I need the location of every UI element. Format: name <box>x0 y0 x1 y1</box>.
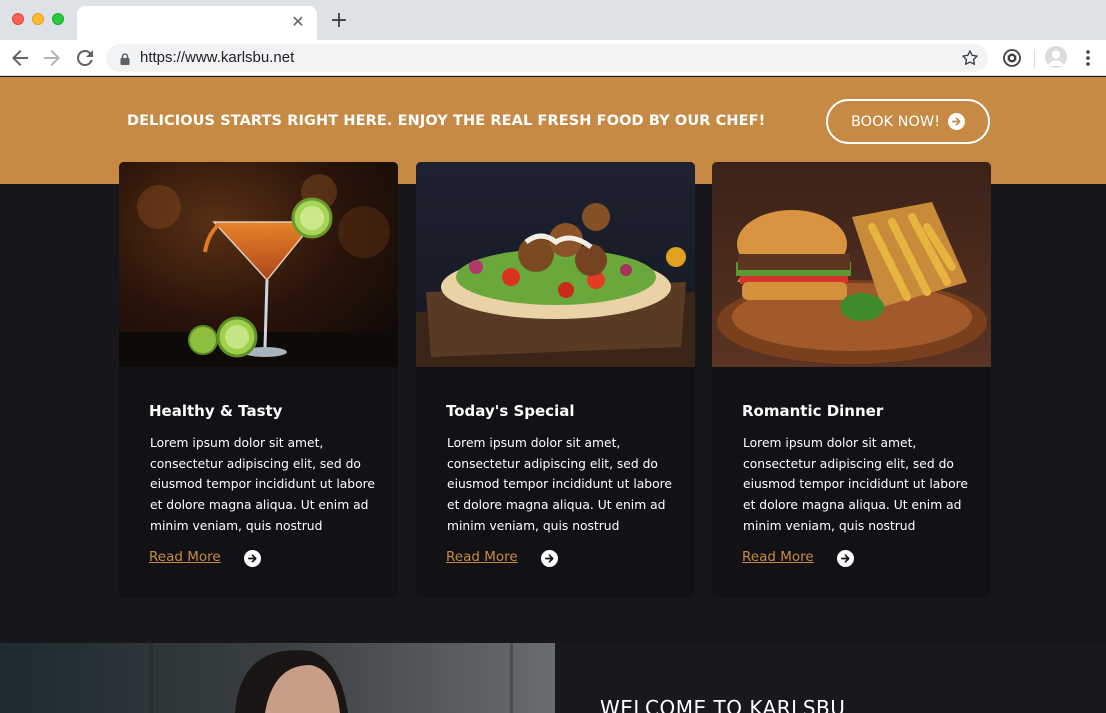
page-content: DELICIOUS STARTS RIGHT HERE. ENJOY THE R… <box>0 77 1106 713</box>
browser-tab[interactable]: ✕ <box>77 6 317 40</box>
profile-icon[interactable] <box>1045 46 1067 68</box>
card-title: Romantic Dinner <box>742 402 884 420</box>
arrow-right-circle-icon[interactable] <box>837 550 854 567</box>
card-healthy-tasty: Healthy & Tasty Lorem ipsum dolor sit am… <box>119 162 398 598</box>
card-description: Lorem ipsum dolor sit amet, consectetur … <box>743 436 968 533</box>
toolbar-divider <box>1034 50 1035 68</box>
book-now-label: BOOK NOW! <box>850 113 941 130</box>
chef-photo <box>0 643 555 713</box>
welcome-title: WELCOME TO KARLSBU <box>600 696 846 713</box>
reload-icon[interactable] <box>73 46 97 70</box>
browser-tab-strip: ✕ + <box>0 0 1106 40</box>
close-window-button[interactable] <box>12 13 24 25</box>
browser-toolbar: https://www.karlsbu.net <box>0 40 1106 76</box>
book-now-button[interactable]: BOOK NOW! <box>826 99 990 144</box>
lock-icon <box>118 51 132 65</box>
url-text[interactable]: https://www.karlsbu.net <box>140 49 294 66</box>
card-title: Today's Special <box>446 402 575 420</box>
arrow-right-icon[interactable] <box>40 46 64 70</box>
card-todays-special: Today's Special Lorem ipsum dolor sit am… <box>416 162 695 598</box>
arrow-right-circle-icon[interactable] <box>541 550 558 567</box>
read-more-link[interactable]: Read More <box>446 549 518 565</box>
welcome-section: WELCOME TO KARLSBU <box>0 643 1106 713</box>
plus-icon[interactable]: + <box>329 10 349 32</box>
card-romantic-dinner: Romantic Dinner Lorem ipsum dolor sit am… <box>712 162 991 598</box>
arrow-left-icon[interactable] <box>8 46 32 70</box>
arrow-right-circle-icon[interactable] <box>244 550 261 567</box>
arrow-right-circle-icon <box>948 113 966 130</box>
card-image-cocktail <box>119 162 398 367</box>
read-more-link[interactable]: Read More <box>149 549 221 565</box>
card-title: Healthy & Tasty <box>149 402 283 420</box>
minimize-window-button[interactable] <box>32 13 44 25</box>
star-icon[interactable] <box>960 48 980 68</box>
card-image-burger-and-fries <box>712 162 991 367</box>
kebab-menu-icon[interactable] <box>1082 48 1094 68</box>
address-bar[interactable]: https://www.karlsbu.net <box>106 44 988 72</box>
close-icon[interactable]: ✕ <box>289 13 307 31</box>
maximize-window-button[interactable] <box>52 13 64 25</box>
card-description: Lorem ipsum dolor sit amet, consectetur … <box>150 436 375 533</box>
card-description: Lorem ipsum dolor sit amet, consectetur … <box>447 436 672 533</box>
promo-text: DELICIOUS STARTS RIGHT HERE. ENJOY THE R… <box>127 113 766 129</box>
card-image-falafel-wrap <box>416 162 695 367</box>
read-more-link[interactable]: Read More <box>742 549 814 565</box>
extension-icon[interactable] <box>1000 46 1024 70</box>
